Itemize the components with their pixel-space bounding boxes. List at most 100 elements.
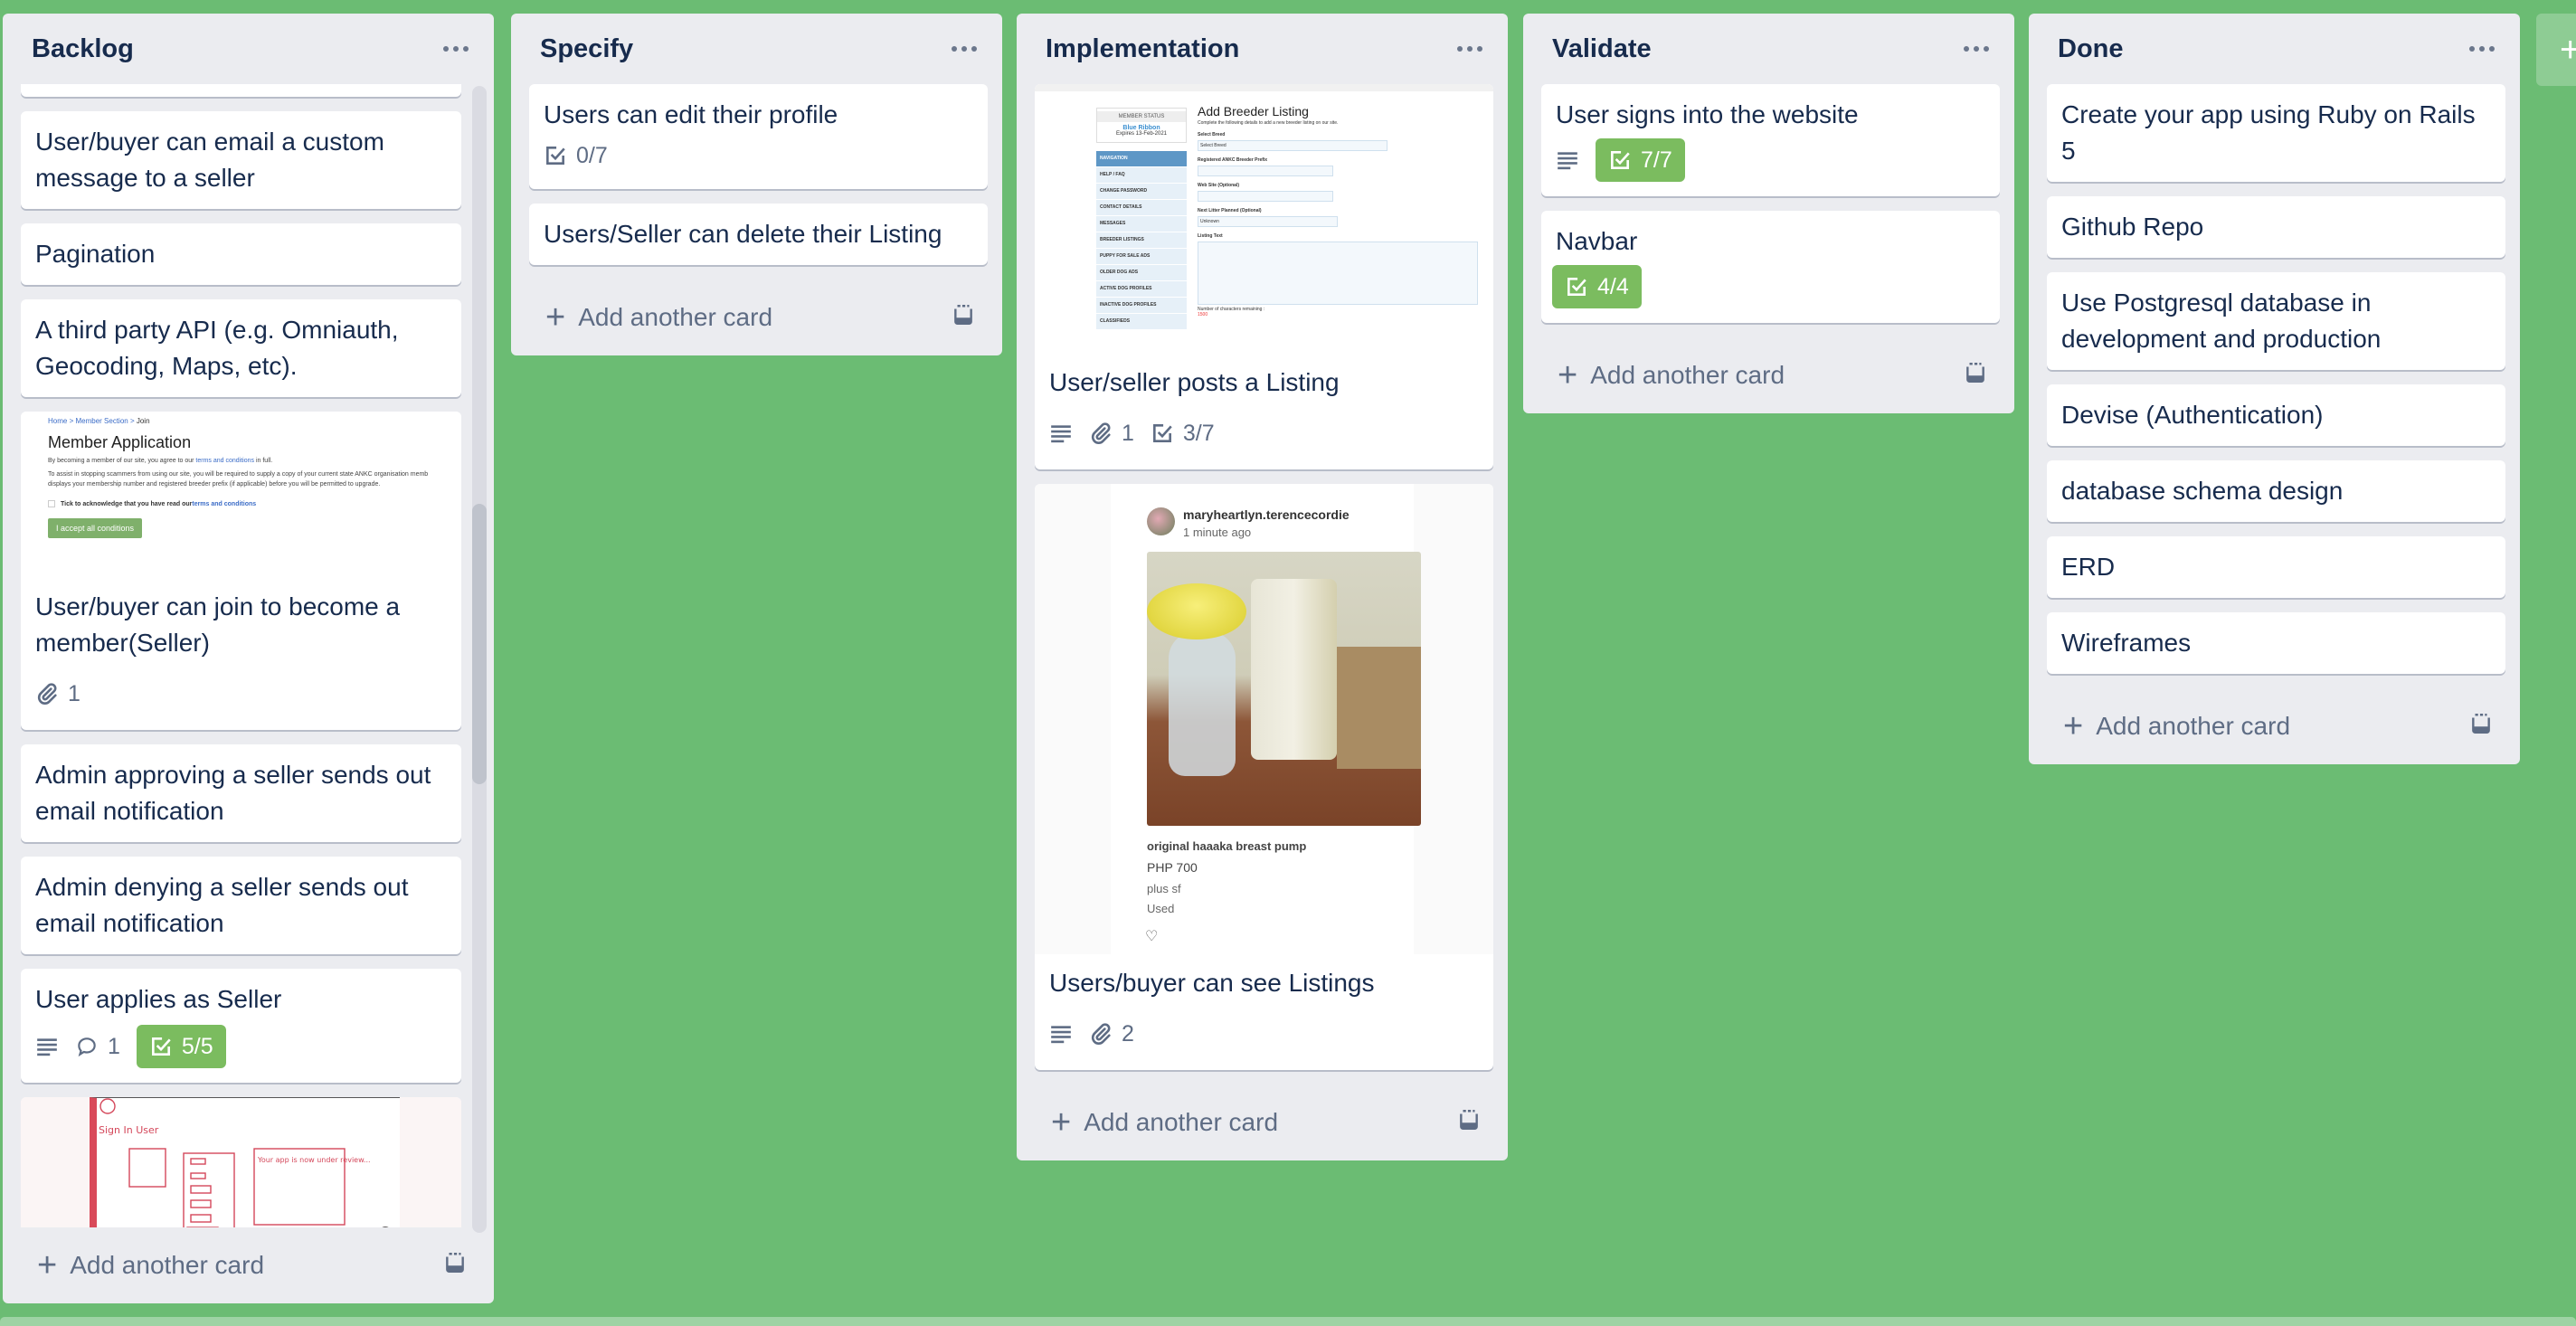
card[interactable]: maryheartlyn.terencecordie 1 minute ago … [1035,484,1493,1070]
card[interactable]: Navbar 4/4 [1541,211,2000,323]
board-horizontal-scrollbar[interactable] [0,1317,2576,1326]
list-menu-button[interactable] [946,31,982,67]
cover-listing-post: maryheartlyn.terencecordie 1 minute ago … [1111,484,1421,954]
card[interactable]: Users can edit their profile 0/7 [529,84,988,189]
card[interactable]: Pagination [21,223,461,285]
add-card-button[interactable]: + Add another card [2063,709,2290,744]
plus-icon: + [2560,29,2576,70]
scrollbar-thumb[interactable] [472,504,487,784]
card-title: Wireframes [2061,629,2192,657]
template-icon [446,1252,464,1273]
add-list-button[interactable]: + [2536,14,2576,86]
card[interactable]: A third party API (e.g. Omniauth, Geocod… [21,299,461,397]
card[interactable]: Admin approving a seller sends out email… [21,744,461,842]
list-menu-button[interactable] [438,31,474,67]
checklist-icon [1611,151,1630,169]
card-title: A third party API (e.g. Omniauth, Geocod… [35,316,399,380]
attachment-badge: 1 [1089,412,1134,455]
card-title: Users can edit their profile [544,100,838,128]
add-card-button[interactable]: + Add another card [1558,358,1785,393]
card[interactable] [21,84,461,97]
template-icon [1460,1109,1478,1130]
list-specify: Specify Users can edit their profile 0/7… [511,14,1002,355]
card[interactable]: Admin denying a seller sends out email n… [21,857,461,954]
card[interactable]: Sign In User Your app is now under revie… [21,1097,461,1227]
checklist-icon [1567,278,1586,296]
card-template-button[interactable] [1964,361,1987,391]
add-card-button[interactable]: + Add another card [545,300,772,335]
list-header: Implementation [1017,14,1508,84]
checklist-badge: 5/5 [136,1025,226,1068]
list-title[interactable]: Validate [1552,34,1652,64]
card-template-button[interactable] [443,1251,467,1281]
list-scrollbar[interactable] [472,86,487,1233]
card[interactable]: Use Postgresql database in development a… [2047,272,2505,370]
description-badge [1049,412,1073,455]
template-icon [1966,362,1984,383]
card-composer: + Add another card [2029,688,2520,764]
card[interactable]: User signs into the website 7/7 [1541,84,2000,196]
list-backlog: Backlog User/buyer can email a custom me… [3,14,494,1303]
more-icon [1457,46,1482,52]
card[interactable]: Github Repo [2047,196,2505,258]
card-composer: + Add another card [1017,1084,1508,1160]
list-menu-button[interactable] [2464,31,2500,67]
card-template-button[interactable] [1457,1108,1481,1138]
list-title[interactable]: Specify [540,34,633,64]
attachment-badge: 1 [35,672,80,715]
list-done: Done Create your app using Ruby on Rails… [2029,14,2520,764]
checklist-badge: 0/7 [544,134,608,177]
card[interactable]: database schema design [2047,460,2505,522]
card-template-button[interactable] [952,303,975,333]
heart-icon: ♡ [1145,929,1159,944]
card-title: User applies as Seller [35,985,282,1013]
card-list: User/buyer can email a custom message to… [3,84,494,1227]
paperclip-icon [1091,422,1111,444]
description-icon [1051,1026,1071,1044]
comment-badge: 1 [75,1025,120,1068]
card[interactable]: ERD [2047,536,2505,598]
add-card-button[interactable]: + Add another card [37,1248,264,1283]
card[interactable]: User/buyer can email a custom message to… [21,111,461,209]
plus-icon: + [2063,707,2084,745]
card[interactable]: Home > Member Section > Join Member Appl… [21,412,461,730]
card-title: ERD [2061,553,2116,581]
card-title: Users/buyer can see Listings [1049,969,1375,997]
add-card-button[interactable]: + Add another card [1051,1105,1278,1140]
card-cover-image: Sign In User Your app is now under revie… [21,1097,461,1227]
card-title: Use Postgresql database in development a… [2061,289,2382,353]
template-icon [2472,713,2490,734]
card[interactable]: User applies as Seller 1 5/5 [21,969,461,1083]
card-badges: 1 [35,670,447,717]
paperclip-icon [1091,1023,1111,1045]
cover-form: Add Breeder Listing Complete the followi… [1198,104,1487,317]
checklist-icon [151,1037,171,1056]
card[interactable]: Create your app using Ruby on Rails 5 [2047,84,2505,182]
card-title: User/seller posts a Listing [1049,368,1340,396]
card-title: Github Repo [2061,213,2204,241]
more-icon [952,46,977,52]
card[interactable]: Wireframes [2047,612,2505,674]
card-title: User/buyer can email a custom message to… [35,128,384,192]
card[interactable]: Devise (Authentication) [2047,384,2505,446]
card-badges: 1 3/7 [1049,410,1479,457]
card-title: Users/Seller can delete their Listing [544,220,942,248]
cover-browser-bar [1035,84,1493,91]
list-menu-button[interactable] [1452,31,1488,67]
list-menu-button[interactable] [1958,31,1994,67]
card-template-button[interactable] [2469,712,2493,742]
card-title: database schema design [2061,477,2344,505]
checklist-badge: 3/7 [1151,412,1215,455]
more-icon [2469,46,2495,52]
card-title: User/buyer can join to become a member(S… [35,592,401,657]
card-title: Admin denying a seller sends out email n… [35,873,409,937]
list-title[interactable]: Implementation [1046,34,1239,64]
list-title[interactable]: Backlog [32,34,134,64]
list-title[interactable]: Done [2058,34,2124,64]
card-list: User signs into the website 7/7 Navbar 4… [1523,84,2014,337]
cover-text: displays your membership number and regi… [48,481,381,488]
card-cover-image: Home > Member Section > Join Member Appl… [21,412,461,583]
card[interactable]: Users/Seller can delete their Listing [529,204,988,265]
card[interactable]: MEMBER STATUS Blue Ribbon Expires 13-Feb… [1035,84,1493,469]
card-badges: 7/7 [1556,137,1985,184]
